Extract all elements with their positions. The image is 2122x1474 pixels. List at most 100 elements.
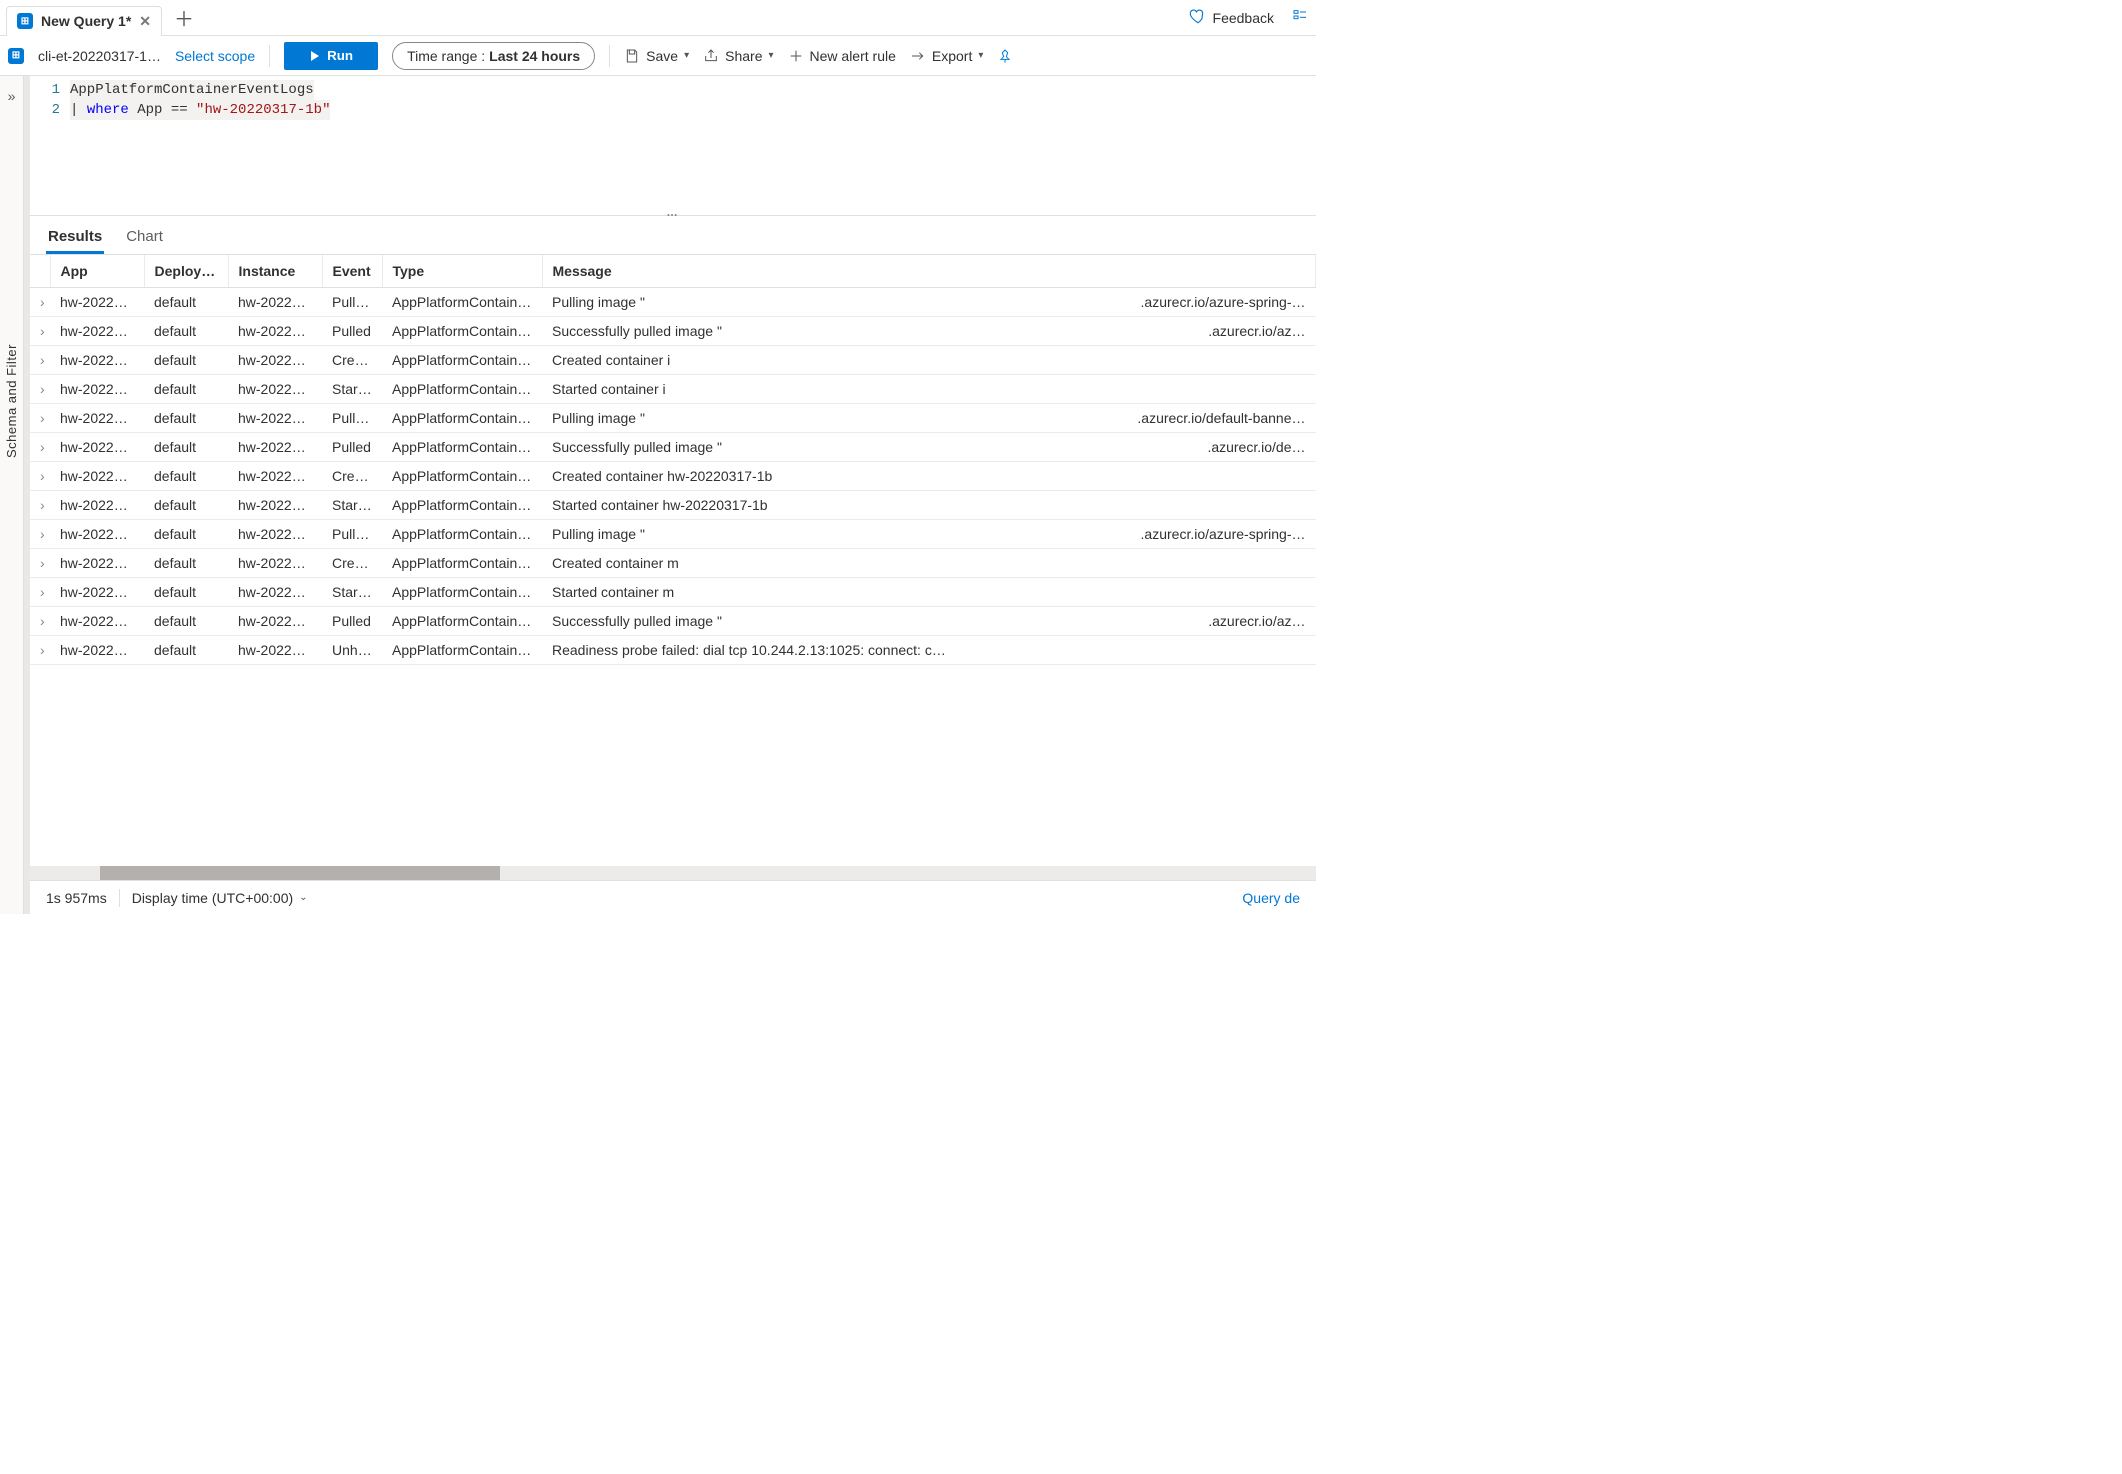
cell-instance: hw-20220317-1…	[228, 288, 322, 317]
cell-event: Pulling	[322, 520, 382, 549]
cell-app: hw-20220317-1b	[50, 346, 144, 375]
table-row[interactable]: ›hw-20220317-1bdefaulthw-20220317-1…Star…	[30, 578, 1316, 607]
expand-cell[interactable]: ›	[30, 404, 50, 433]
table-row[interactable]: ›hw-20220317-1bdefaulthw-20220317-1…Crea…	[30, 549, 1316, 578]
divider	[609, 45, 610, 67]
close-icon[interactable]: ✕	[139, 13, 151, 30]
feedback-button[interactable]: Feedback	[1189, 7, 1274, 28]
expand-cell[interactable]: ›	[30, 317, 50, 346]
table-row[interactable]: ›hw-20220317-1bdefaulthw-20220317-1…Star…	[30, 491, 1316, 520]
table-row[interactable]: ›hw-20220317-1bdefaulthw-20220317-1…Pull…	[30, 607, 1316, 636]
chevron-down-icon: ▾	[684, 50, 689, 61]
status-query-link[interactable]: Query de	[1242, 890, 1300, 906]
statusbar: 1s 957ms Display time (UTC+00:00) ⌄ Quer…	[30, 880, 1316, 914]
table-row[interactable]: ›hw-20220317-1bdefaulthw-20220317-1…Crea…	[30, 462, 1316, 491]
pin-button[interactable]	[997, 48, 1013, 64]
table-row[interactable]: ›hw-20220317-1bdefaulthw-20220317-1…Unhe…	[30, 636, 1316, 665]
cell-message: Pulling image ".azurecr.io/azure-spring-…	[542, 288, 1316, 317]
export-button[interactable]: Export ▾	[910, 48, 984, 64]
cell-deployment: default	[144, 375, 228, 404]
horizontal-scrollbar[interactable]	[30, 866, 1316, 880]
expand-cell[interactable]: ›	[30, 288, 50, 317]
col-app[interactable]: App	[50, 255, 144, 288]
cell-message: Created container hw-20220317-1b	[542, 462, 1316, 491]
expand-cell[interactable]: ›	[30, 607, 50, 636]
query-editor[interactable]: 1 2 AppPlatformContainerEventLogs | wher…	[30, 76, 1316, 216]
cell-event: Started	[322, 375, 382, 404]
cell-instance: hw-20220317-1…	[228, 549, 322, 578]
sidebar-expand-icon[interactable]: »	[8, 88, 16, 104]
cell-deployment: default	[144, 636, 228, 665]
cell-deployment: default	[144, 288, 228, 317]
cell-deployment: default	[144, 433, 228, 462]
col-event[interactable]: Event	[322, 255, 382, 288]
cell-instance: hw-20220317-1…	[228, 375, 322, 404]
scrollbar-thumb[interactable]	[100, 866, 500, 880]
expand-cell[interactable]: ›	[30, 578, 50, 607]
cell-message: Successfully pulled image ".azurecr.io/d…	[542, 433, 1316, 462]
plus-icon	[788, 48, 804, 64]
cell-event: Pulling	[322, 404, 382, 433]
expand-cell[interactable]: ›	[30, 433, 50, 462]
cell-deployment: default	[144, 607, 228, 636]
col-message[interactable]: Message	[542, 255, 1316, 288]
save-button[interactable]: Save ▾	[624, 48, 689, 64]
divider	[269, 45, 270, 67]
new-alert-button[interactable]: New alert rule	[788, 48, 896, 64]
expand-cell[interactable]: ›	[30, 636, 50, 665]
tab-title: New Query 1*	[41, 13, 131, 29]
expand-cell[interactable]: ›	[30, 346, 50, 375]
expand-cell[interactable]: ›	[30, 462, 50, 491]
query-tab-active[interactable]: ⊞ New Query 1* ✕	[6, 6, 162, 36]
table-row[interactable]: ›hw-20220317-1bdefaulthw-20220317-1…Pull…	[30, 404, 1316, 433]
sidebar-label[interactable]: Schema and Filter	[4, 344, 19, 458]
table-row[interactable]: ›hw-20220317-1bdefaulthw-20220317-1…Pull…	[30, 520, 1316, 549]
export-icon	[910, 48, 926, 64]
col-instance[interactable]: Instance	[228, 255, 322, 288]
cell-app: hw-20220317-1b	[50, 404, 144, 433]
col-expand[interactable]	[30, 255, 50, 288]
tab-results[interactable]: Results	[46, 222, 104, 254]
display-time-picker[interactable]: Display time (UTC+00:00) ⌄	[132, 890, 308, 906]
logs-icon: ⊞	[17, 13, 33, 29]
scope-text[interactable]: cli-et-20220317-1…	[38, 48, 161, 64]
table-row[interactable]: ›hw-20220317-1bdefaulthw-20220317-1…Crea…	[30, 346, 1316, 375]
run-button[interactable]: Run	[284, 42, 378, 70]
expand-cell[interactable]: ›	[30, 549, 50, 578]
cell-type: AppPlatformContainerEventLogs	[382, 549, 542, 578]
editor-code[interactable]: AppPlatformContainerEventLogs | where Ap…	[70, 76, 330, 215]
queries-icon[interactable]	[1292, 8, 1308, 27]
col-deployment[interactable]: Deployment	[144, 255, 228, 288]
cell-instance: hw-20220317-1…	[228, 520, 322, 549]
cell-instance: hw-20220317-1…	[228, 317, 322, 346]
cell-event: Pulled	[322, 317, 382, 346]
cell-type: AppPlatformContainerEventLogs	[382, 462, 542, 491]
new-tab-button[interactable]: ＋	[166, 3, 202, 32]
play-icon	[309, 50, 321, 62]
feedback-label: Feedback	[1213, 10, 1274, 26]
col-type[interactable]: Type	[382, 255, 542, 288]
select-scope-link[interactable]: Select scope	[175, 48, 255, 64]
table-row[interactable]: ›hw-20220317-1bdefaulthw-20220317-1…Star…	[30, 375, 1316, 404]
pane-splitter[interactable]: …	[667, 208, 680, 216]
share-button[interactable]: Share ▾	[703, 48, 773, 64]
cell-instance: hw-20220317-1…	[228, 433, 322, 462]
expand-cell[interactable]: ›	[30, 520, 50, 549]
results-table-container: App Deployment Instance Event Type Messa…	[30, 255, 1316, 880]
cell-instance: hw-20220317-1…	[228, 491, 322, 520]
tab-chart[interactable]: Chart	[124, 222, 165, 254]
table-row[interactable]: ›hw-20220317-1bdefaulthw-20220317-1…Pull…	[30, 317, 1316, 346]
expand-cell[interactable]: ›	[30, 491, 50, 520]
share-icon	[703, 48, 719, 64]
save-icon	[624, 48, 640, 64]
expand-cell[interactable]: ›	[30, 375, 50, 404]
cell-type: AppPlatformContainerEventLogs	[382, 607, 542, 636]
pin-icon	[997, 48, 1013, 64]
timerange-value: Last 24 hours	[489, 48, 580, 64]
table-row[interactable]: ›hw-20220317-1bdefaulthw-20220317-1…Pull…	[30, 433, 1316, 462]
cell-app: hw-20220317-1b	[50, 433, 144, 462]
table-row[interactable]: ›hw-20220317-1bdefaulthw-20220317-1…Pull…	[30, 288, 1316, 317]
timerange-picker[interactable]: Time range : Last 24 hours	[392, 42, 595, 70]
cell-deployment: default	[144, 520, 228, 549]
cell-deployment: default	[144, 346, 228, 375]
